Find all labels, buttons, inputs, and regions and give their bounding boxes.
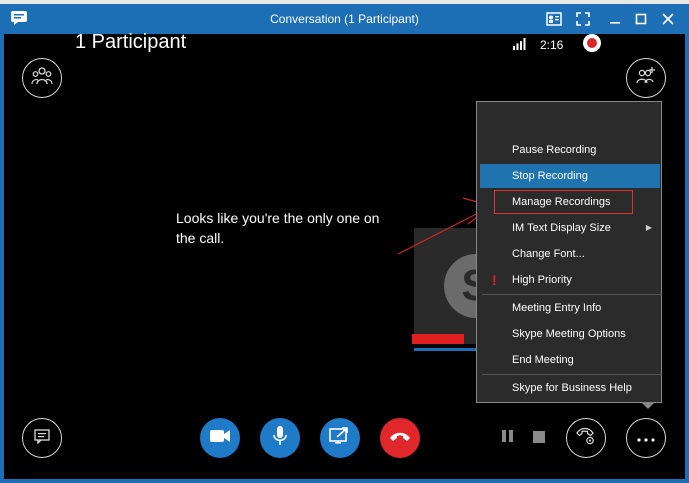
maximize-icon[interactable] bbox=[630, 8, 652, 30]
call-controls-button[interactable] bbox=[566, 418, 606, 458]
im-button[interactable] bbox=[22, 418, 62, 458]
ellipsis-icon bbox=[637, 429, 655, 447]
recording-indicator-icon[interactable] bbox=[583, 34, 601, 52]
contact-card-icon[interactable] bbox=[543, 8, 565, 30]
conversation-window: Conversation (1 Participant) 1 Participa… bbox=[0, 0, 689, 483]
redacted-name-label bbox=[412, 334, 464, 344]
menu-item-label: IM Text Display Size bbox=[512, 222, 611, 234]
close-icon[interactable] bbox=[657, 8, 679, 30]
phone-hangup-icon bbox=[389, 429, 411, 447]
menu-item-label: Skype Meeting Options bbox=[512, 328, 626, 340]
menu-item-meeting-entry-info[interactable]: Meeting Entry Info bbox=[480, 296, 660, 320]
menu-item-end-meeting[interactable]: End Meeting bbox=[480, 348, 660, 372]
menu-item-im-text-display-size[interactable]: IM Text Display Size ▶ bbox=[480, 216, 660, 240]
chat-bubble-icon bbox=[33, 428, 51, 449]
add-people-icon bbox=[635, 66, 657, 91]
window-border-bottom bbox=[0, 479, 689, 483]
phone-settings-icon bbox=[575, 426, 597, 451]
stop-recording-icon[interactable] bbox=[533, 431, 545, 443]
only-participant-message: Looks like you're the only one on the ca… bbox=[176, 210, 380, 246]
add-people-button[interactable] bbox=[626, 58, 666, 98]
participants-button[interactable] bbox=[22, 58, 62, 98]
call-timer: 2:16 bbox=[540, 38, 564, 52]
menu-item-skype-meeting-options[interactable]: Skype Meeting Options bbox=[480, 322, 660, 346]
menu-item-skype-for-business-help[interactable]: Skype for Business Help bbox=[480, 376, 660, 400]
menu-item-stop-recording[interactable]: Stop Recording bbox=[480, 164, 660, 188]
menu-pointer-caret bbox=[641, 402, 655, 409]
full-screen-icon[interactable] bbox=[572, 8, 594, 30]
menu-item-label: High Priority bbox=[512, 274, 572, 286]
video-camera-icon bbox=[209, 428, 231, 449]
submenu-arrow-icon: ▶ bbox=[645, 223, 652, 232]
participants-title: 1 Participant bbox=[75, 31, 187, 53]
menu-separator bbox=[482, 294, 662, 295]
hang-up-button[interactable] bbox=[380, 418, 420, 458]
menu-separator bbox=[482, 374, 662, 375]
menu-item-pause-recording[interactable]: Pause Recording bbox=[480, 138, 660, 162]
minimize-icon[interactable] bbox=[604, 8, 626, 30]
window-border-right bbox=[685, 34, 689, 483]
menu-item-high-priority[interactable]: ! High Priority bbox=[480, 268, 660, 292]
self-video-tile[interactable]: S bbox=[414, 228, 484, 344]
microphone-icon bbox=[272, 425, 288, 452]
annotation-highlight-box bbox=[494, 190, 633, 214]
video-button[interactable] bbox=[200, 418, 240, 458]
self-tile-underline bbox=[414, 348, 484, 351]
present-button[interactable] bbox=[320, 418, 360, 458]
menu-item-label: Skype for Business Help bbox=[512, 382, 632, 394]
more-options-button[interactable] bbox=[626, 418, 666, 458]
mute-button[interactable] bbox=[260, 418, 300, 458]
menu-item-label: Pause Recording bbox=[512, 144, 597, 156]
title-bar: Conversation (1 Participant) bbox=[0, 4, 689, 34]
menu-item-label: Change Font... bbox=[512, 248, 585, 260]
menu-item-change-font[interactable]: Change Font... bbox=[480, 242, 660, 266]
people-icon bbox=[31, 66, 53, 91]
signal-strength-icon bbox=[512, 36, 528, 55]
exclamation-icon: ! bbox=[492, 272, 497, 288]
menu-item-label: Meeting Entry Info bbox=[512, 302, 602, 314]
menu-item-label: End Meeting bbox=[512, 354, 574, 366]
menu-item-label: Stop Recording bbox=[512, 170, 588, 182]
present-screen-icon bbox=[329, 426, 351, 450]
window-border-left bbox=[0, 34, 4, 483]
pause-recording-icon[interactable] bbox=[502, 430, 514, 442]
